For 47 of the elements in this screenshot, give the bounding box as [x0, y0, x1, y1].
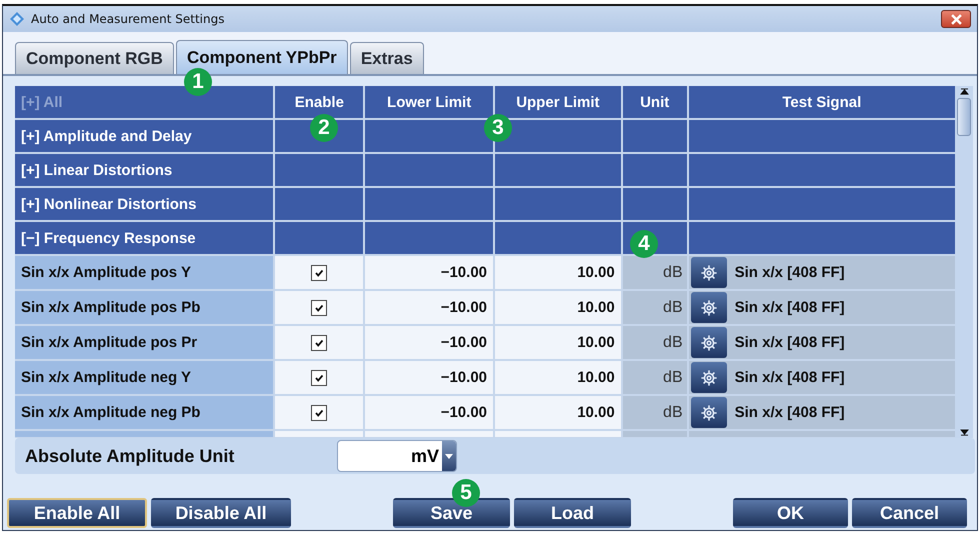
measurement-name: Sin x/x Amplitude neg Pb: [15, 396, 276, 431]
column-header: Enable: [275, 86, 366, 120]
tab[interactable]: Component RGB: [15, 42, 174, 74]
group-row-label[interactable]: [+] Linear Distortions: [15, 154, 276, 188]
window-title: Auto and Measurement Settings: [31, 12, 226, 26]
upper-limit-cell[interactable]: 10.00: [495, 291, 623, 326]
column-header: Lower Limit: [365, 86, 495, 120]
lower-limit-cell[interactable]: −10.00: [365, 396, 495, 431]
lower-limit-cell[interactable]: −10.00: [365, 326, 495, 361]
test-signal-text: Sin x/x [408 FF]: [734, 264, 845, 281]
unit-dropdown[interactable]: mV: [337, 440, 457, 472]
test-signal-text: Sin x/x [408 FF]: [734, 404, 845, 421]
action-button[interactable]: Load: [514, 498, 631, 528]
lower-limit-cell[interactable]: −10.00: [365, 291, 495, 326]
upper-limit-cell[interactable]: 10.00: [495, 256, 623, 291]
column-header: Unit: [622, 86, 689, 120]
test-signal-text: Sin x/x [408 FF]: [734, 369, 845, 386]
unit-cell: dB: [622, 256, 689, 291]
measurement-name: Sin x/x Amplitude pos Pr: [15, 326, 276, 361]
action-button[interactable]: Enable All: [7, 498, 147, 528]
action-button[interactable]: OK: [733, 498, 848, 528]
tab[interactable]: Extras: [350, 42, 424, 74]
lower-limit-cell[interactable]: −10.00: [365, 361, 495, 396]
measurement-name: Sin x/x Amplitude neg Y: [15, 361, 276, 396]
upper-limit-cell[interactable]: 10.00: [495, 361, 623, 396]
tab[interactable]: Component YPbPr: [176, 40, 348, 74]
group-row-label[interactable]: [+] Nonlinear Distortions: [15, 188, 276, 222]
measurement-name: Sin x/x Amplitude pos Pb: [15, 291, 276, 326]
callout-badge: 5: [452, 479, 480, 507]
action-button[interactable]: Save: [393, 498, 510, 528]
column-header: Upper Limit: [495, 86, 623, 120]
upper-limit-cell[interactable]: 10.00: [495, 396, 623, 431]
test-signal-text: Sin x/x [408 FF]: [734, 334, 845, 351]
test-signal-text: Sin x/x [408 FF]: [734, 299, 845, 316]
unit-cell: dB: [622, 326, 689, 361]
unit-label: Absolute Amplitude Unit: [25, 446, 236, 466]
upper-limit-cell[interactable]: 10.00: [495, 326, 623, 361]
action-button[interactable]: Cancel: [852, 498, 967, 528]
group-row-label[interactable]: [−] Frequency Response: [15, 222, 276, 256]
lower-limit-cell[interactable]: −10.00: [365, 256, 495, 291]
unit-cell: dB: [622, 396, 689, 431]
unit-cell: dB: [622, 291, 689, 326]
measurement-name: Sin x/x Amplitude pos Y: [15, 256, 276, 291]
unit-cell: dB: [622, 361, 689, 396]
column-header: Test Signal: [688, 86, 956, 120]
action-button[interactable]: Disable All: [151, 498, 291, 528]
group-row-label[interactable]: [+] Amplitude and Delay: [15, 120, 276, 154]
